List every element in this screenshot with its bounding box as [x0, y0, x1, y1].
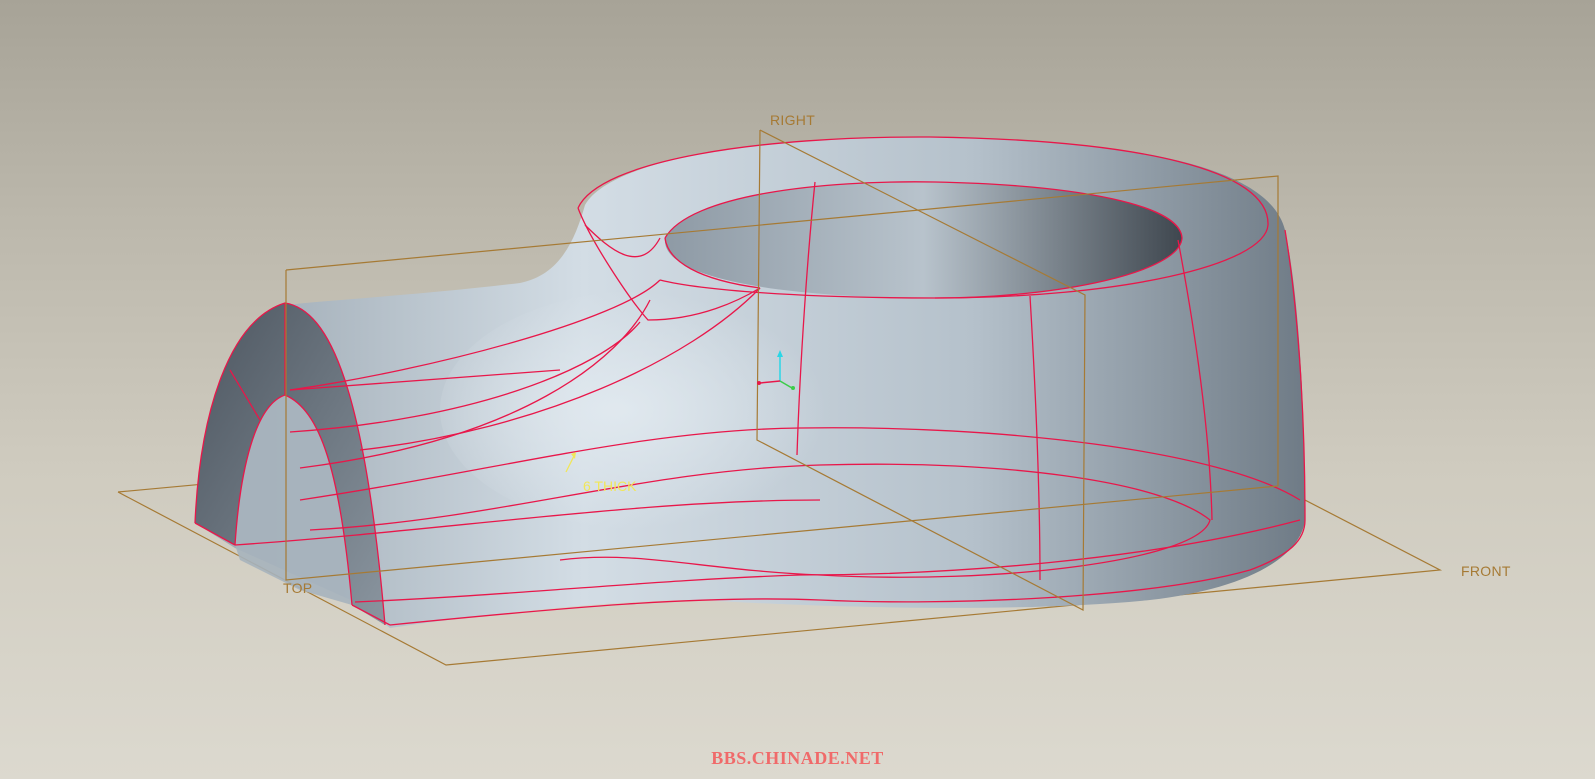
- datum-label-front[interactable]: FRONT: [1461, 563, 1511, 579]
- datum-label-right[interactable]: RIGHT: [770, 112, 815, 128]
- watermark-text: BBS.CHINADE.NET: [711, 748, 884, 768]
- thickness-dimension[interactable]: 6 THICK: [583, 478, 636, 494]
- datum-label-top[interactable]: TOP: [283, 580, 312, 596]
- solid-body[interactable]: [195, 136, 1305, 628]
- model-viewport[interactable]: RIGHT TOP FRONT 6 THICK BBS.CHINADE.NET: [0, 0, 1595, 779]
